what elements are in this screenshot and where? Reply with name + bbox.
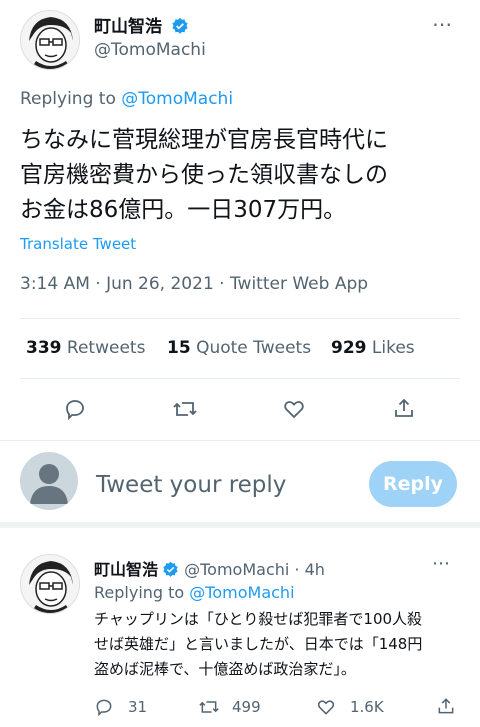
divider	[0, 440, 480, 441]
reply-action-like[interactable]: 1.6K	[316, 697, 384, 717]
reply-text-line: せば英雄だ」と言いましたが、日本では「148円	[94, 635, 423, 653]
share-icon	[438, 698, 454, 714]
reply-text: チャップリンは「ひとり殺せば犯罪者で100人殺 せば英雄だ」と言いましたが、日本…	[94, 607, 474, 682]
reply-text-line: チャップリンは「ひとり殺せば犯罪者で100人殺	[94, 610, 423, 628]
retweets-stat[interactable]: 339 Retweets	[26, 338, 145, 358]
retweet-icon[interactable]	[172, 397, 198, 421]
reply-count: 31	[128, 698, 148, 716]
reply-more-options-icon[interactable]: ⋯	[432, 553, 451, 574]
like-icon[interactable]	[282, 397, 306, 421]
default-avatar	[20, 452, 78, 510]
verified-badge-icon	[162, 561, 179, 582]
reply-author-avatar[interactable]	[20, 554, 80, 614]
divider	[20, 378, 460, 379]
quotes-label: Quote Tweets	[196, 338, 312, 358]
tweet-text: ちなみに菅現総理が官房長官時代に 官房機密費から使った領収書なしの お金は86億…	[20, 123, 470, 228]
reply-replying-prefix: Replying to	[94, 583, 185, 602]
author-handle[interactable]: @TomoMachi	[94, 40, 206, 60]
section-divider	[0, 522, 480, 528]
reply-author-handle[interactable]: @TomoMachi	[184, 560, 289, 579]
verified-badge-icon	[171, 17, 189, 39]
likes-label: Likes	[371, 338, 415, 358]
reply-replying-handle[interactable]: @TomoMachi	[189, 583, 294, 602]
author-name[interactable]: 町山智浩	[94, 17, 162, 37]
reply-icon[interactable]	[63, 397, 87, 421]
translate-tweet-link[interactable]: Translate Tweet	[20, 235, 136, 253]
share-icon[interactable]	[392, 396, 416, 420]
reply-action-retweet[interactable]: 499	[198, 697, 261, 717]
reply-header: 町山智浩 @TomoMachi · 4h	[94, 556, 325, 582]
replying-to: Replying to @TomoMachi	[20, 89, 233, 109]
retweet-icon	[199, 701, 219, 713]
reply-action-reply[interactable]: 31	[94, 697, 147, 717]
tweet-text-line: ちなみに菅現総理が官房長官時代に	[20, 127, 388, 153]
reply-action-share[interactable]	[436, 696, 456, 720]
tweet-meta: 3:14 AM · Jun 26, 2021 · Twitter Web App	[20, 274, 369, 294]
author-avatar[interactable]	[20, 10, 80, 70]
reply-replying-to: Replying to @TomoMachi	[94, 583, 295, 602]
more-options-icon[interactable]: ⋯	[432, 12, 453, 36]
tweet-text-line: 官房機密費から使った領収書なしの	[20, 162, 388, 188]
reply-text-line: 盗めば泥棒で、十億盗めば政治家だ」。	[94, 660, 356, 678]
retweets-count: 339	[26, 338, 62, 358]
reply-composer-input[interactable]: Tweet your reply	[96, 472, 286, 498]
quote-tweets-stat[interactable]: 15 Quote Tweets	[167, 338, 311, 358]
divider	[20, 318, 460, 319]
tweet-text-line: お金は86億円。一日307万円。	[20, 197, 347, 223]
quotes-count: 15	[167, 338, 191, 358]
replying-to-prefix: Replying to	[20, 89, 116, 109]
likes-count: 929	[331, 338, 367, 358]
replying-to-handle[interactable]: @TomoMachi	[121, 89, 233, 109]
retweets-label: Retweets	[66, 338, 146, 358]
like-icon	[317, 700, 335, 715]
reply-time[interactable]: · 4h	[294, 560, 325, 579]
reply-icon	[96, 699, 112, 717]
reply-button[interactable]: Reply	[369, 461, 457, 507]
retweet-count: 499	[232, 698, 261, 716]
reply-author-name[interactable]: 町山智浩	[94, 560, 158, 579]
like-count: 1.6K	[350, 698, 384, 716]
likes-stat[interactable]: 929 Likes	[331, 338, 415, 358]
